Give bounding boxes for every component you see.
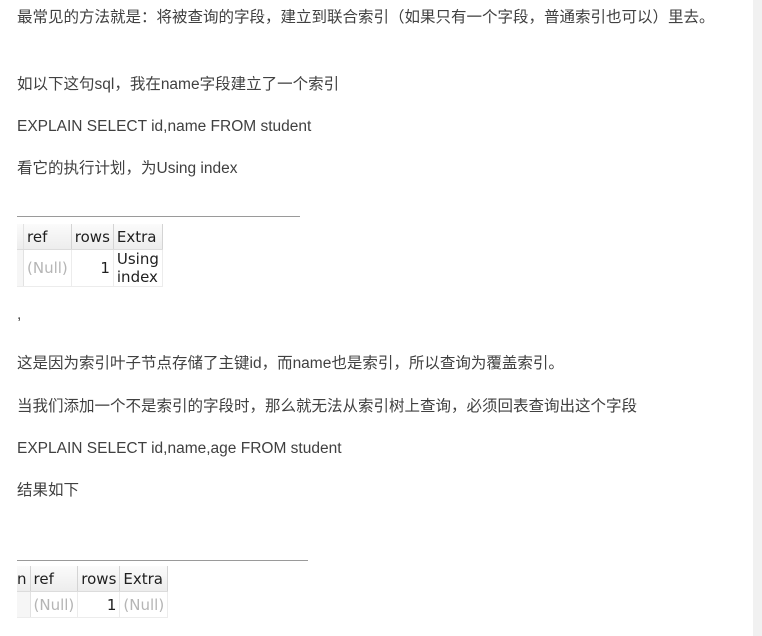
paragraph-non-index-field: 当我们添加一个不是索引的字段时，那么就无法从索引树上查询，必须回表查询出这个字段 [17, 398, 638, 415]
column-header-partial: n [17, 566, 31, 592]
sql-statement-2: EXPLAIN SELECT id,name,age FROM student [17, 440, 342, 457]
table-row: (Null) 1 (Null) [17, 591, 169, 618]
table-header-row: n ref rows Extra [17, 566, 169, 592]
table-cell-extra: (Null) [119, 591, 169, 618]
table-divider [17, 216, 300, 217]
sql-statement-1: EXPLAIN SELECT id,name FROM student [17, 118, 312, 135]
table-row: (Null) 1 Using index [17, 249, 163, 287]
column-header-ref: ref [23, 224, 72, 250]
paragraph-covering-index: 这是因为索引叶子节点存储了主键id，而name也是索引，所以查询为覆盖索引。 [17, 355, 564, 372]
column-header-extra: Extra [113, 224, 163, 250]
paragraph-plan-note: 看它的执行计划，为Using index [17, 160, 238, 177]
table-cell-ref: (Null) [23, 249, 72, 287]
paragraph-result-label: 结果如下 [17, 482, 80, 499]
table-cell-extra: Using index [113, 249, 163, 287]
table-cell-rows: 1 [71, 249, 114, 287]
column-header-rows: rows [71, 224, 114, 250]
table-cell [17, 591, 31, 618]
column-header-extra: Extra [119, 566, 169, 592]
column-header-rows: rows [77, 566, 121, 592]
table-cell-rows: 1 [77, 591, 121, 618]
vertical-scrollbar[interactable] [753, 0, 762, 636]
table-cell-ref: (Null) [30, 591, 79, 618]
stray-comma: , [17, 306, 22, 323]
column-header-ref: ref [30, 566, 79, 592]
paragraph-index-note: 如以下这句sql，我在name字段建立了一个索引 [17, 76, 340, 93]
paragraph-intro: 最常见的方法就是：将被查询的字段，建立到联合索引（如果只有一个字段，普通索引也可… [17, 9, 715, 26]
table-header-row: ref rows Extra [17, 224, 163, 250]
table-divider [17, 560, 308, 561]
